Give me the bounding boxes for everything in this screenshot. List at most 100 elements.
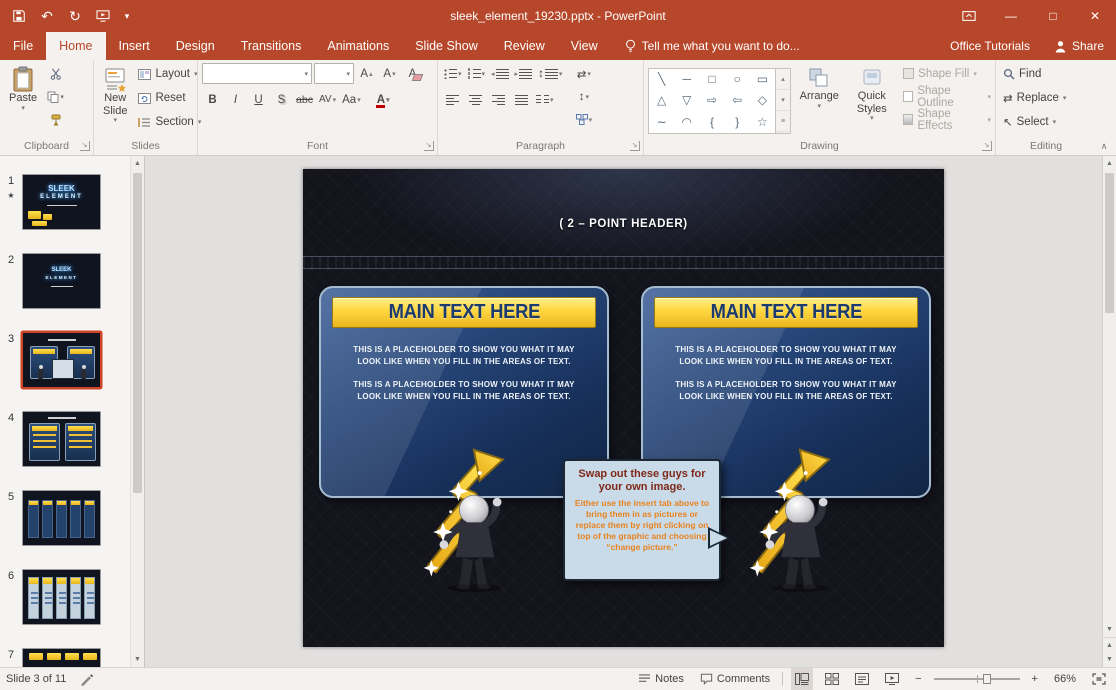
businessman-firework-figure-right[interactable] <box>741 444 853 594</box>
paste-button[interactable]: Paste ▾ <box>4 63 42 138</box>
panel-body-right[interactable]: THIS IS A PLACEHOLDER TO SHOW YOU WHAT I… <box>663 344 909 414</box>
next-slide-button[interactable]: ▼ <box>1103 652 1116 667</box>
slide-title-text[interactable]: ( 2 – POINT HEADER) <box>303 218 944 230</box>
panel-body-left[interactable]: THIS IS A PLACEHOLDER TO SHOW YOU WHAT I… <box>341 344 587 414</box>
convert-smartart-button[interactable]: ▾ <box>573 109 594 130</box>
slide-thumbnail-2[interactable]: SLEEK ELEMENT <box>22 253 101 309</box>
instruction-callout[interactable]: Swap out these guys for your own image. … <box>563 459 721 581</box>
slide-canvas[interactable]: ( 2 – POINT HEADER) MAIN TEXT HERE THIS … <box>303 169 944 647</box>
tab-slide-show[interactable]: Slide Show <box>402 32 491 60</box>
shape-rectangle-icon[interactable]: □ <box>708 72 715 86</box>
italic-button[interactable]: I <box>225 89 246 110</box>
reading-view-button[interactable] <box>851 668 873 690</box>
shape-rounded-rectangle-icon[interactable]: ▭ <box>757 72 768 86</box>
tab-file[interactable]: File <box>0 32 46 60</box>
paragraph-dialog-launcher[interactable]: ↘ <box>630 141 640 151</box>
bold-button[interactable]: B <box>202 89 223 110</box>
thumbnail-scrollbar[interactable]: ▲ ▼ <box>130 156 144 667</box>
canvas-scroll-track[interactable] <box>1103 171 1116 622</box>
scroll-up-arrow-icon[interactable]: ▲ <box>1103 156 1116 171</box>
ribbon-display-options-button[interactable] <box>948 0 990 32</box>
zoom-slider-knob[interactable] <box>983 674 991 684</box>
shape-outline-button[interactable]: Shape Outline▾ <box>903 86 991 107</box>
shape-oval-icon[interactable]: ○ <box>734 72 741 86</box>
collapse-ribbon-button[interactable]: ∧ <box>1096 141 1112 152</box>
redo-button[interactable]: ↻ <box>62 3 88 29</box>
copy-button[interactable]: ▾ <box>45 86 66 107</box>
previous-slide-button[interactable]: ▲ <box>1103 637 1116 652</box>
clear-formatting-button[interactable]: A <box>402 63 423 84</box>
close-button[interactable]: ✕ <box>1074 0 1116 32</box>
zoom-out-button[interactable]: − <box>911 668 925 690</box>
slide-thumbnail-5[interactable] <box>22 490 101 546</box>
fit-slide-to-window-button[interactable] <box>1088 668 1110 690</box>
shape-right-brace-icon[interactable]: } <box>735 115 739 129</box>
drawing-dialog-launcher[interactable]: ↘ <box>982 141 992 151</box>
tell-me-box[interactable]: Tell me what you want to do... <box>611 32 814 60</box>
canvas-scroll-thumb[interactable] <box>1105 173 1114 313</box>
scroll-up-arrow-icon[interactable]: ▲ <box>131 156 144 171</box>
new-slide-button[interactable]: New Slide ▾ <box>98 63 132 138</box>
align-text-button[interactable]: ↕▾ <box>573 86 594 107</box>
increase-indent-button[interactable]: ▸ <box>513 63 535 84</box>
panel-header-left[interactable]: MAIN TEXT HERE <box>332 297 596 328</box>
tab-home[interactable]: Home <box>46 32 105 60</box>
shape-line-icon[interactable]: ╲ <box>658 72 665 86</box>
tab-insert[interactable]: Insert <box>106 32 163 60</box>
shape-left-brace-icon[interactable]: { <box>710 115 714 129</box>
font-color-button[interactable]: A▾ <box>373 89 394 110</box>
office-tutorials-tab[interactable]: Office Tutorials <box>938 32 1042 60</box>
align-right-button[interactable] <box>488 89 509 110</box>
decrease-indent-button[interactable]: ◂ <box>489 63 511 84</box>
line-spacing-button[interactable]: ↕▾ <box>536 63 564 84</box>
tab-review[interactable]: Review <box>491 32 558 60</box>
customize-qat-button[interactable]: ▾ <box>118 3 136 29</box>
reset-button[interactable]: Reset <box>135 87 204 109</box>
notes-toggle-button[interactable]: Notes <box>634 668 688 690</box>
shape-star-icon[interactable]: ☆ <box>757 115 768 129</box>
find-button[interactable]: Find <box>1000 63 1069 85</box>
gallery-more-button[interactable]: ≡ <box>776 111 790 132</box>
save-button[interactable] <box>6 3 32 29</box>
font-size-combo[interactable]: ▾ <box>314 63 354 84</box>
replace-button[interactable]: ⇄ Replace ▾ <box>1000 87 1069 109</box>
font-dialog-launcher[interactable]: ↘ <box>424 141 434 151</box>
bullets-button[interactable]: ▾ <box>442 63 464 84</box>
minimize-button[interactable]: — <box>990 0 1032 32</box>
grow-font-button[interactable]: A▴ <box>356 63 377 84</box>
text-shadow-button[interactable]: S <box>271 89 292 110</box>
shape-fill-button[interactable]: Shape Fill▾ <box>903 63 991 84</box>
font-name-combo[interactable]: ▾ <box>202 63 312 84</box>
text-direction-button[interactable]: ⇄▾ <box>573 63 594 84</box>
numbering-button[interactable]: ▾ <box>466 63 488 84</box>
panel-header-right[interactable]: MAIN TEXT HERE <box>654 297 918 328</box>
shape-down-triangle-icon[interactable]: ▽ <box>682 93 691 107</box>
clipboard-dialog-launcher[interactable]: ↘ <box>80 141 90 151</box>
normal-view-button[interactable] <box>791 668 813 690</box>
shrink-font-button[interactable]: A▾ <box>379 63 400 84</box>
slide-show-view-button[interactable] <box>881 668 903 690</box>
gallery-scroll-down-button[interactable]: ▾ <box>776 90 790 111</box>
tab-transitions[interactable]: Transitions <box>228 32 315 60</box>
strikethrough-button[interactable]: abc <box>294 89 315 110</box>
shape-arc-icon[interactable]: ◠ <box>682 115 692 129</box>
shape-diamond-icon[interactable]: ◇ <box>758 93 767 107</box>
zoom-level-indicator[interactable]: 66% <box>1050 668 1080 690</box>
shapes-gallery[interactable]: ╲ ─ □ ○ ▭ △ ▽ ⇨ ⇦ ◇ ∼ ◠ { } ☆ <box>648 68 776 134</box>
comments-toggle-button[interactable]: Comments <box>696 668 774 690</box>
scroll-down-arrow-icon[interactable]: ▼ <box>1103 622 1116 637</box>
shape-triangle-icon[interactable]: △ <box>657 93 666 107</box>
shape-arrow-icon[interactable]: ─ <box>683 72 692 86</box>
businessman-firework-figure-left[interactable] <box>415 444 527 594</box>
undo-button[interactable]: ↶ <box>34 3 60 29</box>
section-button[interactable]: Section ▾ <box>135 111 204 133</box>
shape-right-arrow-icon[interactable]: ⇨ <box>707 93 717 107</box>
select-button[interactable]: ↖ Select ▾ <box>1000 111 1069 133</box>
share-button[interactable]: Share <box>1042 32 1116 60</box>
scroll-down-arrow-icon[interactable]: ▼ <box>131 652 144 667</box>
thumbnail-scroll-thumb[interactable] <box>133 173 142 493</box>
shape-left-arrow-icon[interactable]: ⇦ <box>732 93 742 107</box>
shape-curve-icon[interactable]: ∼ <box>657 115 667 129</box>
quick-styles-button[interactable]: Quick Styles ▾ <box>848 63 897 138</box>
columns-button[interactable]: ▾ <box>534 89 556 110</box>
